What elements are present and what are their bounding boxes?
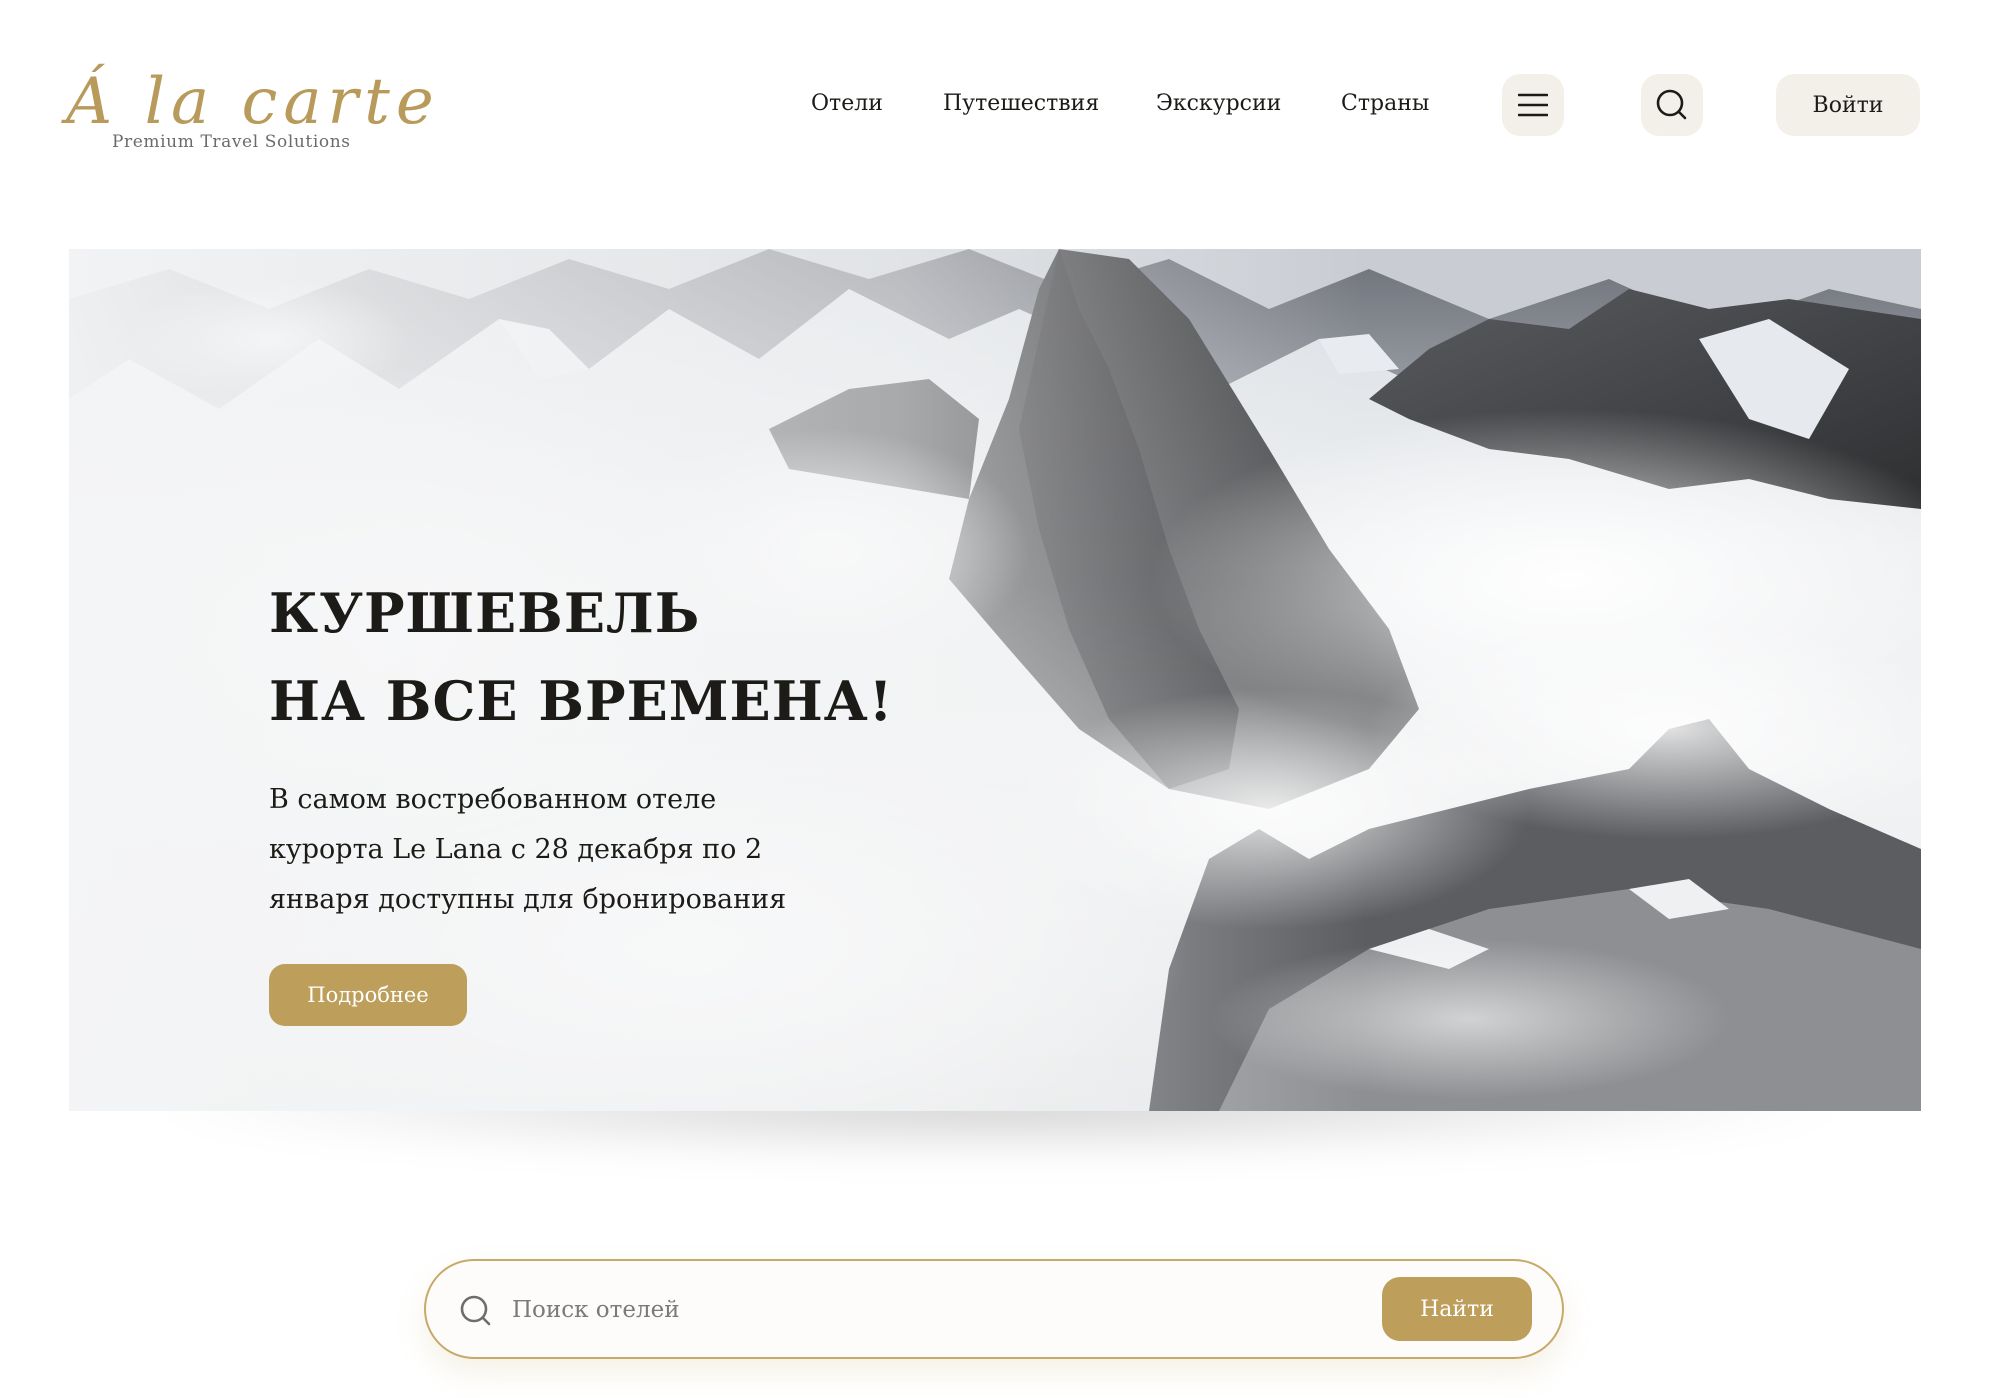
- hero-description: В самом востребованном отеле курорта Le …: [269, 784, 787, 915]
- nav-item-hotels[interactable]: Отели: [811, 84, 883, 124]
- hero-banner: КУРШЕВЕЛЬ НА ВСЕ ВРЕМЕНА! В самом востре…: [69, 249, 1921, 1111]
- hotel-search-bar: Найти: [424, 1259, 1564, 1359]
- hamburger-menu-icon: [1518, 93, 1548, 117]
- hero-title: КУРШЕВЕЛЬ НА ВСЕ ВРЕМЕНА!: [269, 569, 893, 745]
- brand-logo[interactable]: Á la carte Premium Travel Solutions: [66, 60, 434, 160]
- menu-button[interactable]: [1502, 74, 1564, 136]
- nav-item-travel[interactable]: Путешествия: [943, 84, 1099, 124]
- nav-item-countries[interactable]: Страны: [1341, 84, 1429, 124]
- header-search-button[interactable]: [1641, 74, 1703, 136]
- hero-title-line-1: КУРШЕВЕЛЬ: [269, 581, 701, 645]
- login-button[interactable]: Войти: [1776, 74, 1920, 136]
- find-button[interactable]: Найти: [1382, 1277, 1532, 1341]
- more-details-button[interactable]: Подробнее: [269, 964, 467, 1026]
- hotel-search-input[interactable]: [510, 1285, 1310, 1335]
- search-icon: [460, 1295, 491, 1326]
- hero-title-line-2: НА ВСЕ ВРЕМЕНА!: [269, 669, 894, 733]
- nav-item-excursions[interactable]: Экскурсии: [1156, 84, 1281, 124]
- logo-tagline: Premium Travel Solutions: [112, 132, 351, 152]
- search-icon: [1656, 89, 1687, 120]
